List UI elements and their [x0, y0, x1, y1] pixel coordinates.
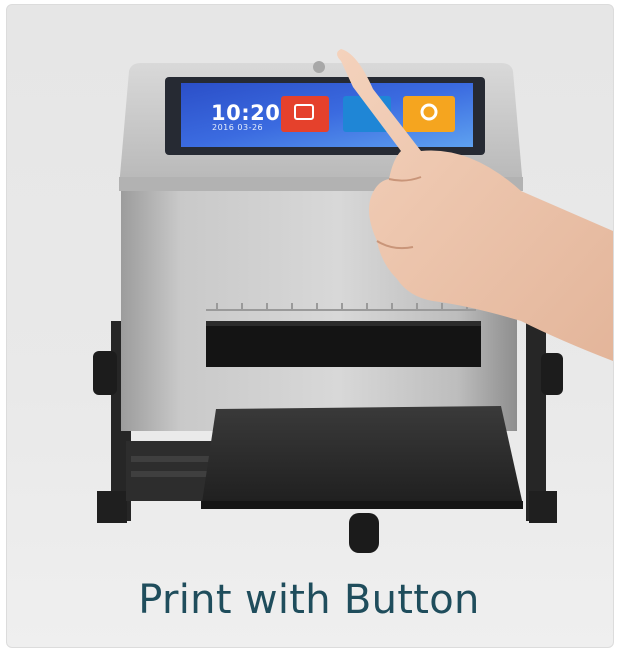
edit-icon: [281, 96, 329, 132]
product-image: 10:20 2016 03-26 Print with Button: [0, 0, 618, 650]
adjust-knob: [349, 513, 379, 553]
print-slot: [206, 321, 481, 367]
right-mount-bracket: [526, 321, 563, 523]
screen-time: 10:20: [211, 101, 281, 125]
caption-title: Print with Button: [138, 577, 480, 623]
print-button: [313, 61, 325, 73]
photo-background: 10:20 2016 03-26: [6, 4, 614, 648]
printer-photo: [93, 49, 613, 553]
gear-icon: [403, 96, 455, 132]
screen-date: 2016 03-26: [212, 123, 264, 132]
